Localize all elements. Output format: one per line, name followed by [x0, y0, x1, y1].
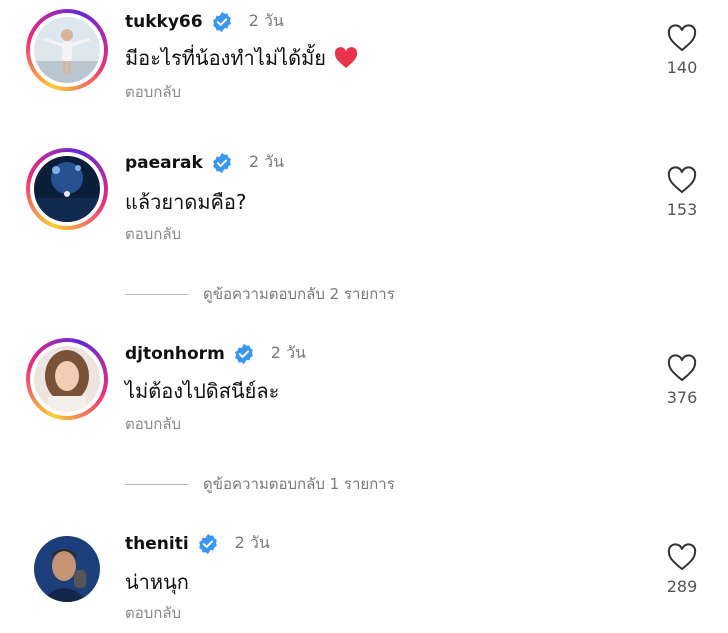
like-heart-icon[interactable] — [667, 543, 697, 571]
username[interactable]: theniti — [125, 534, 189, 554]
like-control: 289 — [660, 543, 704, 596]
avatar[interactable] — [26, 9, 108, 91]
comment-header: paearak 2 วัน — [125, 150, 284, 175]
like-count: 153 — [666, 200, 698, 219]
username[interactable]: paearak — [125, 153, 203, 173]
view-replies-button[interactable]: ดูข้อความตอบกลับ 2 รายการ — [125, 282, 395, 306]
comment-time: 2 วัน — [234, 533, 270, 552]
view-replies-button[interactable]: ดูข้อความตอบกลับ 1 รายการ — [125, 472, 395, 496]
like-control: 153 — [660, 166, 704, 219]
avatar-photo — [34, 536, 100, 602]
like-heart-icon[interactable] — [667, 166, 697, 194]
comment-header: theniti 2 วัน — [125, 531, 270, 556]
verified-badge-icon — [198, 533, 217, 554]
avatar-photo — [34, 346, 100, 412]
comment-text: น่าหนุก — [125, 566, 189, 598]
username[interactable]: tukky66 — [125, 12, 203, 32]
username[interactable]: djtonhorm — [125, 344, 225, 364]
comment-body: น่าหนุก — [125, 570, 189, 594]
comment-header: djtonhorm 2 วัน — [125, 341, 306, 366]
comment-time: 2 วัน — [270, 343, 306, 362]
like-count: 289 — [666, 577, 698, 596]
comment-text: แล้วยาดมคือ? — [125, 186, 247, 218]
divider-line — [125, 293, 189, 295]
like-heart-icon[interactable] — [667, 24, 697, 52]
like-control: 140 — [660, 24, 704, 77]
avatar-photo — [34, 156, 100, 222]
reply-button[interactable]: ตอบกลับ — [125, 222, 181, 246]
comment-text: ไม่ต้องไปดิสนีย์ละ — [125, 375, 279, 407]
verified-badge-icon — [212, 11, 231, 32]
avatar[interactable] — [34, 536, 100, 602]
like-count: 140 — [666, 58, 698, 77]
reply-button[interactable]: ตอบกลับ — [125, 601, 181, 625]
like-heart-icon[interactable] — [667, 354, 697, 382]
comment-body: แล้วยาดมคือ? — [125, 190, 247, 214]
like-count: 376 — [666, 388, 698, 407]
avatar[interactable] — [26, 148, 108, 230]
avatar[interactable] — [26, 338, 108, 420]
reply-button[interactable]: ตอบกลับ — [125, 412, 181, 436]
divider-line — [125, 483, 189, 485]
avatar-photo — [34, 17, 100, 83]
view-replies-label: ดูข้อความตอบกลับ 2 รายการ — [203, 285, 395, 303]
comment-text: มีอะไรที่น้องทำไม่ได้มั้ย — [125, 42, 358, 74]
view-replies-label: ดูข้อความตอบกลับ 1 รายการ — [203, 475, 395, 493]
comment-time: 2 วัน — [248, 152, 284, 171]
comment-header: tukky66 2 วัน — [125, 9, 284, 34]
comment-time: 2 วัน — [248, 11, 284, 30]
heart-emoji-icon — [334, 47, 358, 68]
comment-body: ไม่ต้องไปดิสนีย์ละ — [125, 379, 280, 403]
verified-badge-icon — [212, 152, 231, 173]
reply-button[interactable]: ตอบกลับ — [125, 80, 181, 104]
like-control: 376 — [660, 354, 704, 407]
comment-body: มีอะไรที่น้องทำไม่ได้มั้ย — [125, 46, 326, 70]
verified-badge-icon — [234, 343, 253, 364]
